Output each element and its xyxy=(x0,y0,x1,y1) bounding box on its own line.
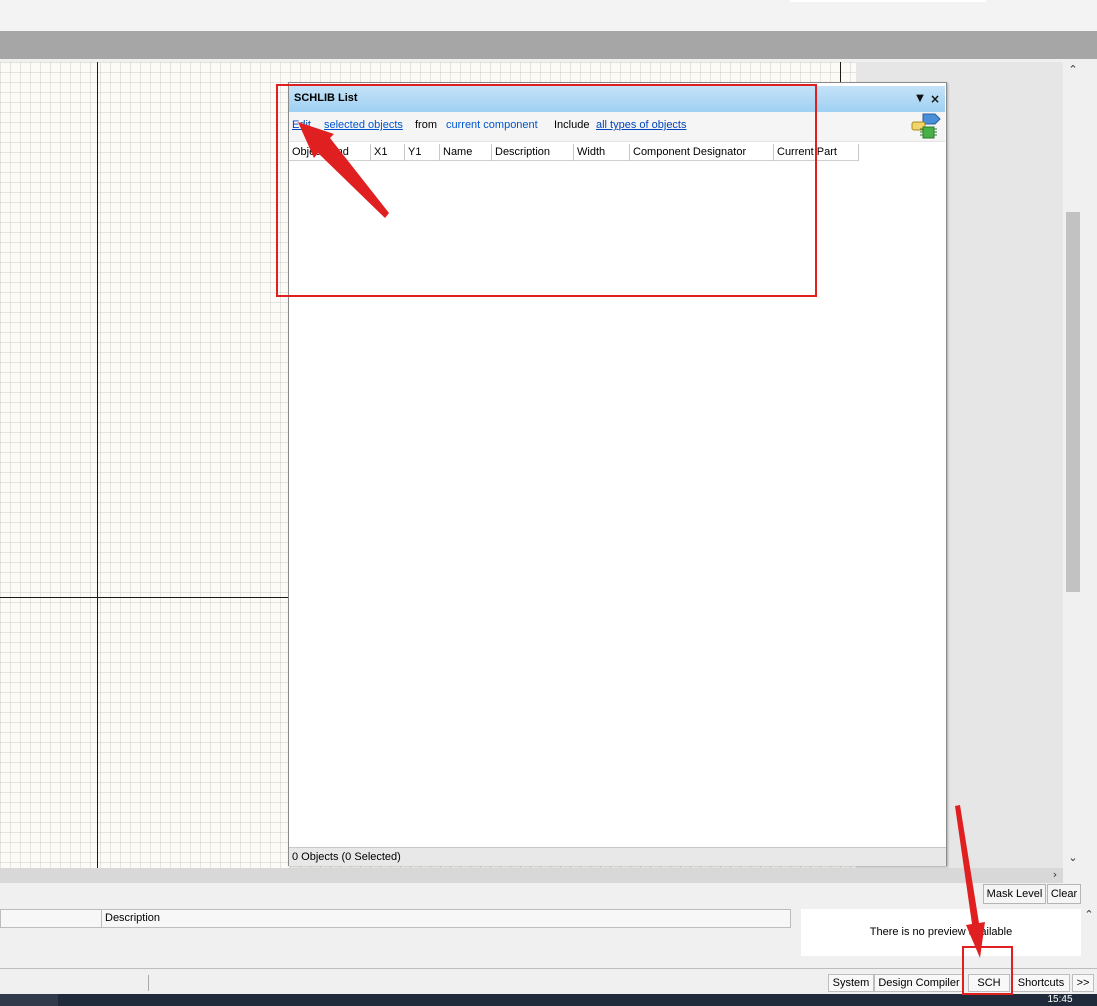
panel-status-bar: 0 Objects (0 Selected) xyxy=(289,847,946,866)
top-strip xyxy=(0,0,1097,31)
clear-button[interactable]: Clear xyxy=(1047,884,1081,904)
system-panel-button[interactable]: System xyxy=(828,974,874,992)
os-taskbar xyxy=(0,994,1097,1006)
mask-level-button[interactable]: Mask Level xyxy=(983,884,1046,904)
top-hint xyxy=(790,0,986,2)
annotation-highlight-box xyxy=(962,946,1013,995)
shortcuts-panel-button[interactable]: Shortcuts xyxy=(1012,974,1070,992)
taskbar-app-icon[interactable] xyxy=(0,994,58,1006)
column-divider xyxy=(101,910,102,927)
arrow-up-icon[interactable]: ⌃ xyxy=(1066,64,1080,76)
object-count: 0 Objects (0 Selected) xyxy=(292,851,401,863)
canvas-axis-horizontal xyxy=(0,597,290,598)
preview-message: There is no preview available xyxy=(869,926,1013,938)
more-panels-button[interactable]: >> xyxy=(1072,974,1094,992)
arrow-right-icon[interactable]: › xyxy=(1048,869,1062,881)
annotation-highlight-box xyxy=(276,84,817,297)
menu-triangle-icon[interactable]: ▼ xyxy=(914,93,926,105)
close-icon[interactable]: × xyxy=(929,93,941,105)
canvas-axis-vertical xyxy=(97,62,98,868)
taskbar-clock: 15:45 xyxy=(1047,994,1073,1005)
design-compiler-panel-button[interactable]: Design Compiler xyxy=(874,974,964,992)
description-column-header[interactable]: Description xyxy=(105,912,160,924)
arrow-down-icon[interactable]: ⌄ xyxy=(1066,852,1080,864)
filter-icon[interactable] xyxy=(909,112,941,142)
document-tab-band xyxy=(0,31,1097,59)
canvas-sheet-edge xyxy=(840,62,841,84)
arrow-up-icon[interactable]: ⌃ xyxy=(1083,909,1095,921)
horizontal-scrollbar[interactable] xyxy=(0,868,1063,883)
status-divider xyxy=(148,975,149,991)
vertical-scrollbar-thumb[interactable] xyxy=(1066,212,1080,592)
